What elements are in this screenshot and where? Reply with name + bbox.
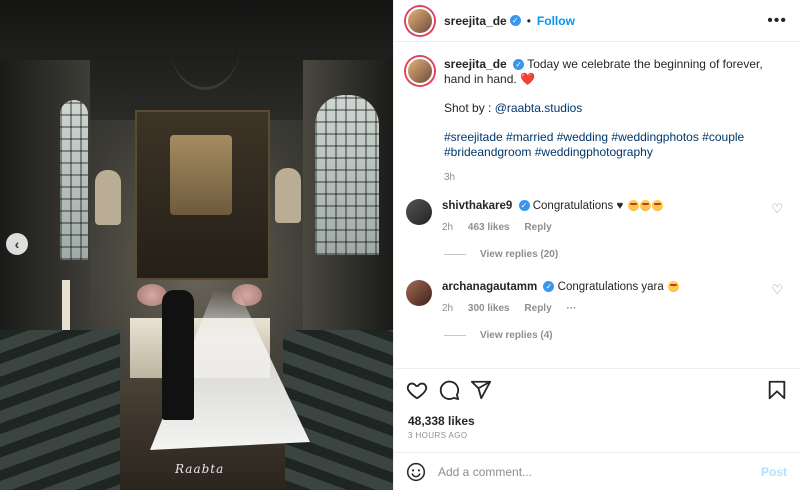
comment-icon[interactable] <box>438 379 460 401</box>
comment: archanagautamm ✓ Congratulations yara 2h… <box>406 280 791 316</box>
shot-by-label: Shot by : <box>444 101 492 115</box>
post-header: sreejita_de ✓ • Follow ••• <box>394 0 800 42</box>
chandelier <box>170 0 240 90</box>
comment-time: 2h <box>442 303 454 314</box>
comment-text: Congratulations yara <box>557 281 664 293</box>
bookmark-icon[interactable] <box>766 379 788 401</box>
groom <box>162 290 194 420</box>
comment: shivthakare9 ✓ Congratulations ♥ 2h 463 … <box>406 199 791 235</box>
avatar[interactable] <box>406 6 434 35</box>
caption-username[interactable]: sreejita_de <box>444 57 507 71</box>
comment-time: 2h <box>442 222 454 233</box>
follow-button[interactable]: Follow <box>537 14 575 28</box>
star-struck-emoji-icon <box>627 200 639 212</box>
star-struck-emoji-icon <box>667 281 679 293</box>
header-username[interactable]: sreejita_de <box>444 14 507 28</box>
view-replies-button[interactable]: View replies (20) <box>444 249 558 260</box>
pews-right <box>283 330 393 490</box>
altar-painting <box>170 135 232 215</box>
comment-likes[interactable]: 463 likes <box>468 222 510 233</box>
post-button[interactable]: Post <box>761 465 787 479</box>
pews-left <box>0 330 120 490</box>
replies-line <box>444 335 466 336</box>
caption-body: sreejita_de ✓ Today we celebrate the beg… <box>444 57 784 185</box>
header-separator: • <box>526 13 531 28</box>
comment-more-button[interactable]: ··· <box>566 303 576 314</box>
more-horizontal-icon[interactable]: ••• <box>767 12 787 30</box>
shot-by-link[interactable]: @raabta.studios <box>495 101 583 115</box>
stained-window-left <box>60 100 88 260</box>
action-bar <box>394 368 800 412</box>
reply-button[interactable]: Reply <box>524 222 551 233</box>
add-comment-bar: Post <box>394 452 800 490</box>
comment-username[interactable]: archanagautamm <box>442 281 537 293</box>
caption-avatar[interactable] <box>406 57 434 85</box>
chevron-left-icon: ‹ <box>14 236 20 252</box>
caption-hashtags[interactable]: #sreejitade #married #wedding #weddingph… <box>444 130 784 160</box>
verified-badge-icon: ✓ <box>543 281 555 293</box>
view-replies-button[interactable]: View replies (4) <box>444 330 553 341</box>
heart-outline-icon[interactable] <box>406 379 428 401</box>
stained-window-right <box>315 95 379 255</box>
caption-time: 3h <box>444 172 456 183</box>
star-struck-emoji-icon <box>639 200 651 212</box>
view-replies-label: View replies (20) <box>480 249 559 260</box>
instagram-post: Raabta ‹ sreejita_de ✓ • Follow ••• sree… <box>0 0 800 490</box>
verified-badge-icon: ✓ <box>513 59 525 71</box>
comment-input[interactable] <box>438 464 738 479</box>
star-struck-emoji-icon <box>651 200 663 212</box>
comment-avatar[interactable] <box>406 280 432 306</box>
view-replies-label: View replies (4) <box>480 330 553 341</box>
comment-username[interactable]: shivthakare9 <box>442 200 512 212</box>
verified-badge-icon: ✓ <box>509 15 521 26</box>
like-count[interactable]: 48,338 likes <box>408 414 475 428</box>
caption: sreejita_de ✓ Today we celebrate the beg… <box>406 57 791 185</box>
photo-watermark: Raabta <box>175 462 225 476</box>
comment-text: Congratulations ♥ <box>532 200 624 212</box>
heart-outline-icon[interactable]: ♡ <box>771 282 783 298</box>
post-sidebar: sreejita_de ✓ • Follow ••• sreejita_de ✓… <box>393 0 800 490</box>
heart-outline-icon[interactable]: ♡ <box>771 201 783 217</box>
smiley-icon[interactable] <box>406 462 426 482</box>
statue-right <box>275 168 301 223</box>
replies-line <box>444 254 466 255</box>
verified-badge-icon: ✓ <box>518 200 530 212</box>
comment-avatar[interactable] <box>406 199 432 225</box>
comments-scroll-area[interactable]: sreejita_de ✓ Today we celebrate the beg… <box>394 43 800 368</box>
carousel-prev-button[interactable]: ‹ <box>6 233 28 255</box>
post-photo[interactable]: Raabta ‹ <box>0 0 393 490</box>
send-icon[interactable] <box>470 379 492 401</box>
post-time-ago: 3 HOURS AGO <box>408 431 468 440</box>
statue-left <box>95 170 121 225</box>
comment-likes[interactable]: 300 likes <box>468 303 510 314</box>
reply-button[interactable]: Reply <box>524 303 551 314</box>
heart-emoji-icon: ❤️ <box>520 72 536 86</box>
